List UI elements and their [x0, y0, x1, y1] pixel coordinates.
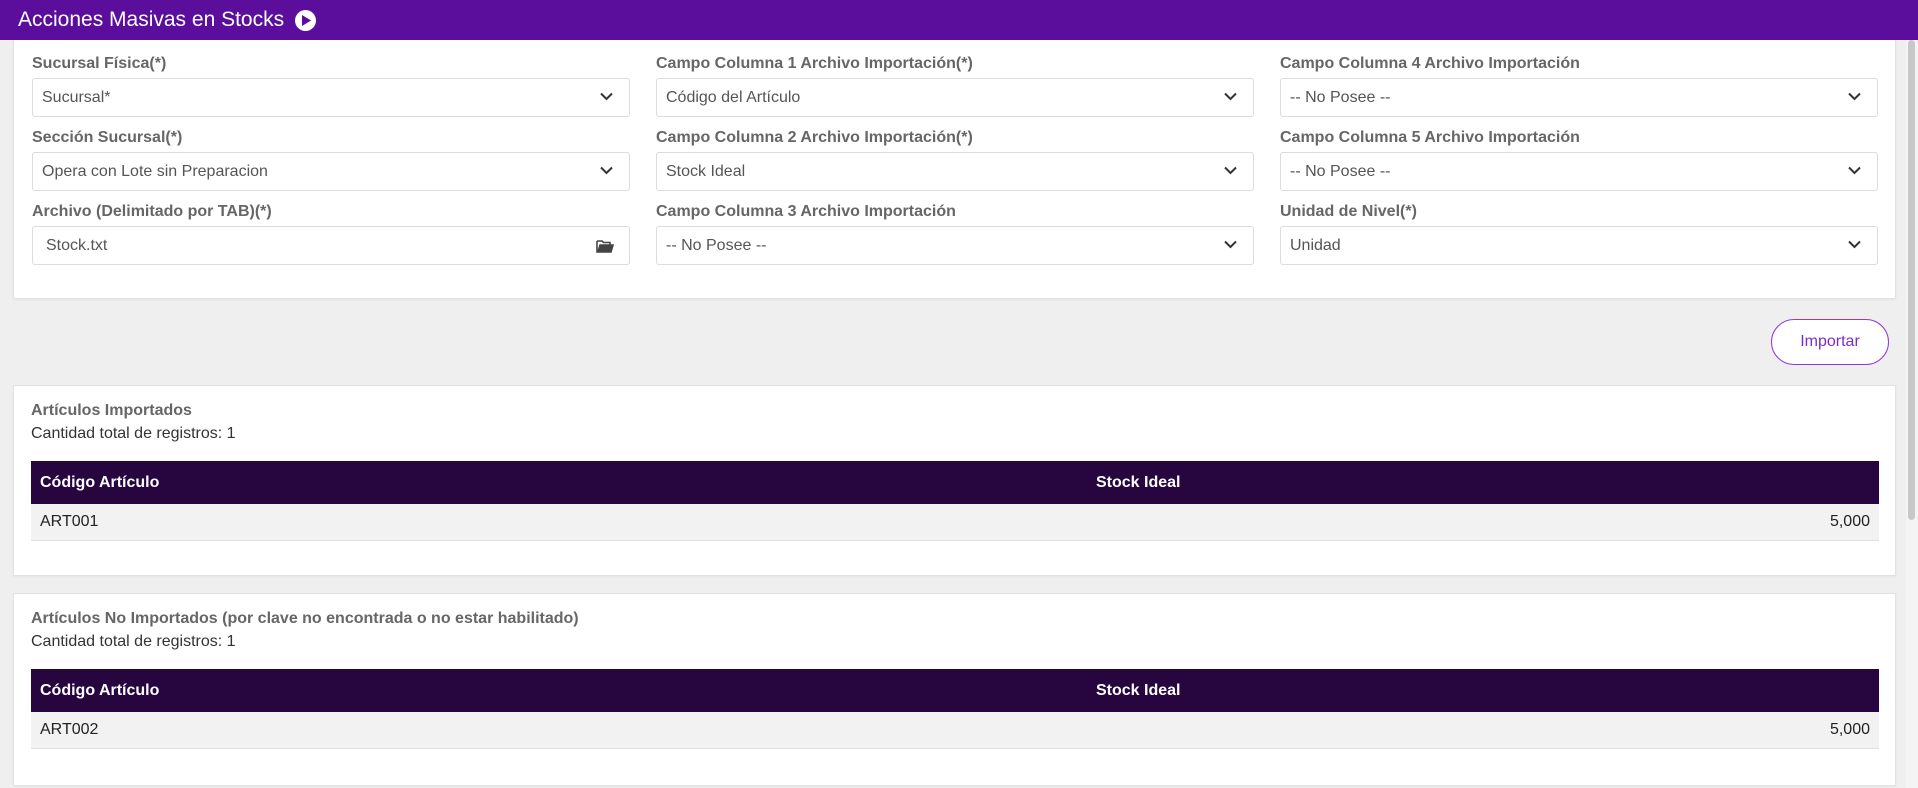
cell-codigo: ART001: [31, 504, 1087, 541]
campo-columna-2-label: Campo Columna 2 Archivo Importación(*): [656, 129, 973, 146]
campo-columna-3-value: -- No Posee --: [666, 236, 767, 254]
seccion-sucursal-value: Opera con Lote sin Preparacion: [42, 162, 268, 180]
not-imported-title: Artículos No Importados (por clave no en…: [31, 610, 579, 627]
folder-open-icon[interactable]: [596, 239, 615, 254]
column-header-stock[interactable]: Stock Ideal: [1087, 461, 1879, 504]
chevron-down-icon: [600, 92, 613, 101]
cell-stock: 5,000: [1087, 712, 1879, 749]
seccion-sucursal-select[interactable]: Opera con Lote sin Preparacion: [32, 152, 630, 191]
not-imported-count: Cantidad total de registros: 1: [31, 633, 236, 650]
campo-columna-3-select[interactable]: -- No Posee --: [656, 226, 1254, 265]
campo-columna-1-select[interactable]: Código del Artículo: [656, 78, 1254, 117]
chevron-down-icon: [1224, 240, 1237, 249]
play-circle-icon[interactable]: [295, 9, 317, 31]
campo-columna-2-select[interactable]: Stock Ideal: [656, 152, 1254, 191]
unidad-nivel-value: Unidad: [1290, 236, 1341, 254]
chevron-down-icon: [1848, 166, 1861, 175]
page-title: Acciones Masivas en Stocks: [18, 8, 285, 31]
chevron-down-icon: [1224, 92, 1237, 101]
sucursal-fisica-select[interactable]: Sucursal*: [32, 78, 630, 117]
column-header-codigo[interactable]: Código Artículo: [31, 669, 1087, 712]
archivo-label: Archivo (Delimitado por TAB)(*): [32, 203, 272, 220]
cell-stock: 5,000: [1087, 504, 1879, 541]
sucursal-fisica-value: Sucursal*: [42, 88, 111, 106]
column-header-stock[interactable]: Stock Ideal: [1087, 669, 1879, 712]
page-header: Acciones Masivas en Stocks: [0, 0, 1918, 40]
campo-columna-5-select[interactable]: -- No Posee --: [1280, 152, 1878, 191]
chevron-down-icon: [600, 166, 613, 175]
campo-columna-5-value: -- No Posee --: [1290, 162, 1391, 180]
campo-columna-2-value: Stock Ideal: [666, 162, 746, 180]
chevron-down-icon: [1848, 92, 1861, 101]
table-row[interactable]: ART002 5,000: [31, 712, 1879, 749]
imported-title: Artículos Importados: [31, 402, 192, 419]
campo-columna-4-label: Campo Columna 4 Archivo Importación: [1280, 55, 1580, 72]
chevron-down-icon: [1848, 240, 1861, 249]
imported-articles-panel: Artículos Importados Cantidad total de r…: [13, 385, 1896, 576]
campo-columna-3-label: Campo Columna 3 Archivo Importación: [656, 203, 956, 220]
archivo-value: Stock.txt: [46, 236, 108, 254]
chevron-down-icon: [1224, 166, 1237, 175]
seccion-sucursal-label: Sección Sucursal(*): [32, 129, 183, 146]
table-row[interactable]: ART001 5,000: [31, 504, 1879, 541]
sucursal-fisica-label: Sucursal Física(*): [32, 55, 167, 72]
import-settings-panel: Sucursal Física(*) Sucursal* Sección Suc…: [13, 40, 1896, 299]
cell-codigo: ART002: [31, 712, 1087, 749]
imported-count: Cantidad total de registros: 1: [31, 425, 236, 442]
campo-columna-4-select[interactable]: -- No Posee --: [1280, 78, 1878, 117]
table-header-row: Código Artículo Stock Ideal: [31, 669, 1879, 712]
campo-columna-1-label: Campo Columna 1 Archivo Importación(*): [656, 55, 973, 72]
scrollbar-thumb[interactable]: [1908, 40, 1915, 520]
table-header-row: Código Artículo Stock Ideal: [31, 461, 1879, 504]
archivo-file-input[interactable]: Stock.txt: [32, 226, 630, 265]
campo-columna-1-value: Código del Artículo: [666, 88, 801, 106]
unidad-nivel-select[interactable]: Unidad: [1280, 226, 1878, 265]
not-imported-table: Código Artículo Stock Ideal ART002 5,000: [31, 669, 1879, 749]
campo-columna-4-value: -- No Posee --: [1290, 88, 1391, 106]
not-imported-articles-panel: Artículos No Importados (por clave no en…: [13, 593, 1896, 786]
importar-button[interactable]: Importar: [1771, 319, 1889, 365]
unidad-nivel-label: Unidad de Nivel(*): [1280, 203, 1417, 220]
column-header-codigo[interactable]: Código Artículo: [31, 461, 1087, 504]
campo-columna-5-label: Campo Columna 5 Archivo Importación: [1280, 129, 1580, 146]
imported-table: Código Artículo Stock Ideal ART001 5,000: [31, 461, 1879, 541]
